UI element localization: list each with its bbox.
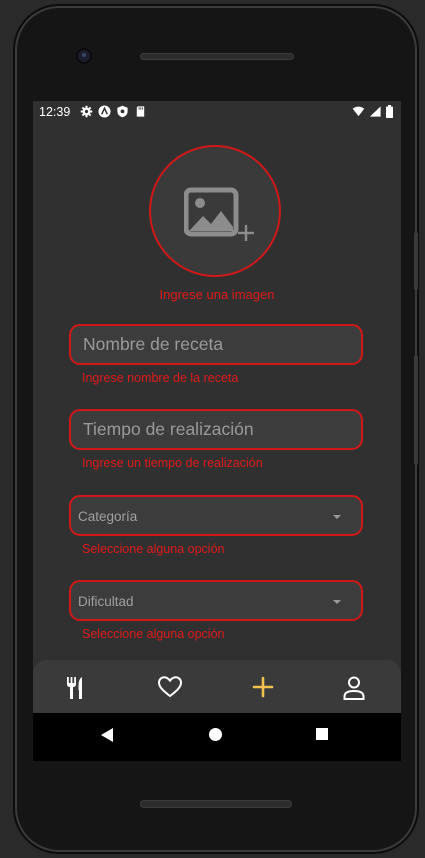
recipe-name-input[interactable]: [71, 326, 361, 363]
difficulty-error: Seleccione alguna opción: [82, 627, 225, 641]
chevron-down-icon: [333, 600, 341, 604]
wifi-icon: [352, 106, 365, 117]
category-select[interactable]: Categoría: [69, 495, 363, 536]
nav-favorites[interactable]: [157, 675, 185, 703]
status-bar: 12:39: [33, 101, 401, 123]
fork-knife-icon: [67, 677, 82, 699]
signal-icon: [369, 106, 381, 117]
back-icon[interactable]: [101, 728, 113, 742]
heart-icon: [157, 676, 183, 698]
settings-icon: [80, 105, 93, 118]
volume-button: [414, 355, 418, 465]
recipe-name-field[interactable]: [69, 324, 363, 365]
system-navigation-bar: [33, 713, 401, 761]
status-time: 12:39: [39, 105, 71, 119]
user-icon: [343, 676, 365, 700]
prep-time-error: Ingrese un tiempo de realización: [82, 456, 263, 470]
prep-time-input[interactable]: [71, 411, 361, 448]
recents-icon[interactable]: [316, 728, 328, 740]
recipe-name-error: Ingrese nombre de la receta: [82, 371, 239, 385]
status-system-icons: [352, 105, 393, 118]
sd-card-icon: [136, 106, 145, 117]
front-camera: [78, 50, 90, 62]
nav-add-recipe[interactable]: [251, 675, 279, 703]
add-photo-icon: [184, 187, 254, 241]
bottom-speaker: [140, 800, 292, 808]
chevron-down-icon: [333, 515, 341, 519]
category-error: Seleccione alguna opción: [82, 542, 225, 556]
app-screen: 12:39 Ingrese una imagen Ingrese nombre …: [33, 101, 401, 761]
status-notification-icons: [80, 105, 147, 118]
power-button: [414, 232, 418, 290]
nav-recipes[interactable]: [65, 675, 93, 703]
image-error-text: Ingrese una imagen: [159, 287, 275, 302]
image-picker-button[interactable]: [149, 145, 281, 277]
app-a-icon: [98, 105, 111, 118]
category-select-value: Categoría: [78, 509, 138, 524]
plus-icon: [252, 676, 274, 698]
earpiece-speaker: [140, 53, 294, 60]
shield-icon: [117, 105, 128, 118]
prep-time-field[interactable]: [69, 409, 363, 450]
nav-profile[interactable]: [342, 675, 370, 703]
difficulty-select[interactable]: Dificultad: [69, 580, 363, 621]
bottom-navigation: [33, 660, 401, 716]
difficulty-select-value: Dificultad: [78, 594, 134, 609]
home-icon[interactable]: [209, 728, 222, 741]
battery-icon: [386, 105, 393, 118]
